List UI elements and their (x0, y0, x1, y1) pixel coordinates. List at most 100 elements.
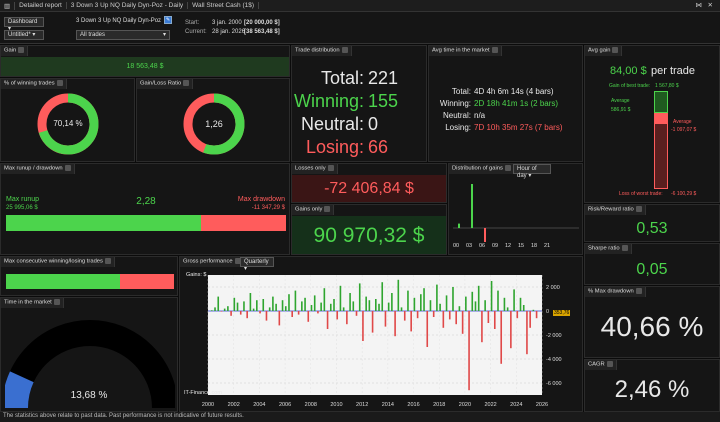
drawdown-value: -11 347,29 $ (251, 205, 285, 211)
gross-bar (426, 311, 429, 347)
x-tick-label: 2012 (356, 402, 368, 408)
dashboard-dropdown[interactable]: Dashboard ▾ (4, 17, 44, 32)
gross-bar (513, 289, 515, 311)
x-tick-label: 2018 (433, 402, 445, 408)
title-item-1[interactable]: 3 Down 3 Up NQ Daily Dyn-Poz - Daily (67, 2, 189, 9)
gross-bar (313, 295, 316, 311)
period-select[interactable]: Quarterly ▾ (240, 257, 274, 272)
gross-bar (455, 311, 457, 325)
gross-bar (403, 311, 406, 321)
pin-icon[interactable] (612, 47, 619, 53)
gross-bar (461, 311, 464, 334)
gross-bar (329, 303, 332, 311)
pin-icon[interactable] (327, 165, 334, 171)
runup-label: Max runup (6, 196, 40, 203)
gross-bar (487, 311, 490, 323)
pin-icon[interactable] (56, 80, 63, 86)
gross-bar (317, 311, 319, 314)
sharpe-title: Sharpe ratio (585, 244, 632, 254)
pin-icon[interactable] (635, 206, 642, 212)
dashboard-label: Dashboard (8, 19, 38, 25)
gross-bar (211, 310, 213, 311)
title-item-0[interactable]: Detailed report (15, 2, 67, 9)
drawdown-label: Max drawdown (237, 196, 285, 203)
pin-icon[interactable] (183, 80, 190, 86)
gross-bar (391, 293, 393, 311)
gains-only-value: 90 970,32 $ (313, 224, 425, 247)
gross-bar (214, 307, 216, 311)
current-value-marker: 353,76 (553, 310, 571, 316)
x-tick-label: 2006 (279, 402, 291, 408)
avg-gain-label: Average (611, 98, 630, 104)
dist-bar (484, 228, 486, 242)
pin-icon[interactable] (504, 165, 511, 171)
x-tick-label: 2010 (330, 402, 342, 408)
max-consec-title: Max consecutive winning/losing trades (1, 257, 115, 267)
distribution-chart (453, 184, 579, 242)
gross-bar (500, 311, 503, 364)
winning-value: 155 (368, 91, 399, 111)
pin-icon[interactable] (18, 47, 25, 53)
avg-winning-value: 2D 18h 41m 1s (2 bars) (474, 99, 559, 108)
runup-fill (6, 215, 201, 231)
runup-ratio: 2,28 (136, 196, 156, 207)
gross-bar (400, 307, 403, 311)
close-icon[interactable]: ✕ (704, 1, 717, 9)
pin-icon[interactable] (621, 245, 628, 251)
gross-bar (301, 301, 303, 311)
pin-icon[interactable] (635, 288, 642, 294)
y-tick-label: 2 000 (546, 285, 560, 291)
gross-bar (346, 311, 348, 325)
gross-performance-title: Gross performance (180, 257, 245, 267)
untitled-dropdown[interactable]: Untitled* ▾ (4, 30, 44, 40)
gross-bar (477, 285, 480, 311)
dist-tick: 06 (479, 243, 486, 249)
gain-loss-panel: Gain/Loss Ratio 1,26 (136, 78, 290, 162)
app-icon: ▥ (0, 1, 16, 10)
dist-tick: 03 (466, 243, 473, 249)
pin-icon[interactable] (104, 258, 111, 264)
pin-icon[interactable] (53, 299, 60, 305)
gross-bar (535, 311, 538, 319)
gross-bar (227, 306, 229, 311)
gross-bar (259, 311, 261, 314)
x-tick-label: 2026 (536, 402, 548, 408)
avg-loss-amount: -1 097,07 $ (671, 127, 697, 133)
neutral-label: Neutral: (300, 114, 364, 134)
avg-loss-label: Average (673, 119, 692, 125)
pin-icon[interactable] (606, 361, 613, 367)
winning-trades-value: 70,14 % (53, 119, 83, 128)
x-tick-label: 2000 (202, 402, 214, 408)
trades-select[interactable]: All trades ▾ (76, 30, 170, 40)
x-tick-label: 2004 (253, 402, 265, 408)
title-item-2[interactable]: Wall Street Cash (1$) (188, 2, 260, 9)
distribution-title: Distribution of gains (449, 164, 515, 174)
worst-trade-label: Loss of worst trade: (619, 191, 663, 197)
gross-bar (490, 281, 493, 311)
losing-label: Losing: (305, 137, 364, 157)
gain-range-bar (654, 91, 668, 113)
gross-performance-chart: 2 000 0 -2 000 -4 000 -6 000 2000 2002 2004 2006… (202, 275, 562, 408)
x-tick-label: 2024 (510, 402, 522, 408)
pin-icon[interactable] (341, 47, 348, 53)
avg-gain-unit: per trade (651, 65, 696, 77)
x-tick-label: 2020 (459, 402, 471, 408)
gross-bar (355, 311, 358, 316)
edit-icon[interactable]: ✎ (164, 16, 172, 24)
worst-trade-value: -6 100,29 $ (671, 191, 697, 197)
gross-bar (362, 311, 364, 341)
pin-icon[interactable] (324, 206, 331, 212)
avg-gain-value: 84,00 $ (610, 65, 647, 77)
pin-icon[interactable] (491, 47, 498, 53)
gross-bar (349, 293, 351, 311)
max-runup-panel: Max runup / drawdown Max runup 25 995,06… (0, 163, 290, 255)
pin-icon[interactable] (64, 165, 71, 171)
distribution-select[interactable]: Hour of day ▾ (513, 164, 551, 179)
y-tick-label: 0 (546, 309, 549, 315)
start-amount: [20 000,00 $] (244, 20, 280, 26)
gross-bar (413, 297, 416, 311)
risk-reward-title: Risk/Reward ratio (585, 205, 646, 215)
dist-tick: 09 (492, 243, 499, 249)
gross-bar (522, 305, 525, 311)
gain-loss-value: 1,26 (205, 119, 223, 129)
